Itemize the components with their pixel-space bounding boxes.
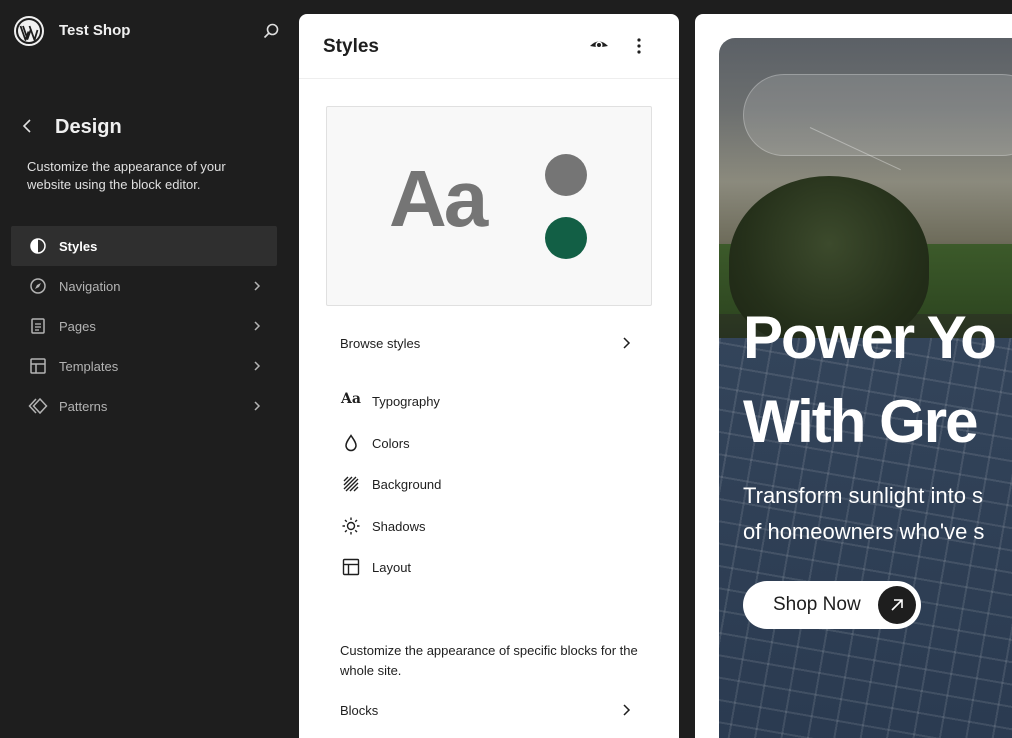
blocks-button[interactable]: Blocks [326,690,652,730]
site-topbar: Test Shop [0,0,299,60]
styles-item-background[interactable]: Background [326,463,652,505]
site-preview-canvas[interactable]: Power Yo With Gre Transform sunlight int… [695,14,1012,738]
styles-item-colors[interactable]: Colors [326,422,652,464]
hero-header-bar [743,74,1012,171]
sidebar-item-label: Patterns [59,399,108,414]
global-styles-list: Aa Typography Colors Background Shadows … [326,380,652,588]
arrow-up-right-icon [878,586,916,624]
sidebar-item-label: Styles [59,239,98,254]
sun-icon [341,516,361,536]
shop-now-label: Shop Now [773,594,861,615]
sidebar-item-templates[interactable]: Templates [11,346,277,386]
hero-subheading: Transform sunlight into s of homeowners … [743,483,985,544]
back-chevron-icon[interactable] [16,115,38,137]
symbol-icon [28,396,48,416]
shop-now-button[interactable]: Shop Now [743,581,921,629]
compass-icon [28,276,48,296]
half-circle-icon [28,236,48,256]
sidebar-item-navigation[interactable]: Navigation [11,266,277,306]
chevron-right-icon [249,278,265,294]
styles-item-label: Colors [372,435,410,451]
sidebar-item-label: Pages [59,319,96,334]
blocks-description: Customize the appearance of specific blo… [340,643,638,678]
styles-item-layout[interactable]: Layout [326,546,652,588]
styles-item-label: Typography [372,394,440,409]
chevron-right-icon [249,398,265,414]
design-nav: Styles Navigation Pages Templates Patter… [11,226,277,426]
styles-item-label: Layout [372,560,412,575]
browse-styles-button[interactable]: Browse styles [326,323,652,363]
page-title: Design [55,116,122,138]
preview-color-swatch-green [545,217,587,259]
layout-icon [28,356,48,376]
page-icon [28,316,48,336]
styles-panel: Styles Aa Browse styles Aa Typography Co… [299,14,679,738]
site-name[interactable]: Test Shop [59,22,130,39]
panel-header: Styles [299,14,679,79]
sidebar-item-label: Templates [59,359,119,374]
style-preview[interactable]: Aa [326,106,652,306]
sidebar-item-styles[interactable]: Styles [11,226,277,266]
panel-title: Styles [323,36,379,57]
eye-icon[interactable] [587,34,611,58]
hero-heading: Power Yo With Gre [743,304,997,455]
wordpress-logo-icon[interactable] [14,16,44,46]
preview-color-swatch-grey [545,154,587,196]
browse-styles-label: Browse styles [340,336,421,351]
sidebar-item-label: Navigation [59,279,121,294]
blocks-label: Blocks [340,703,379,718]
typography-icon: Aa [341,391,361,407]
chevron-right-icon [249,358,265,374]
styles-item-typography[interactable]: Aa Typography [326,380,652,422]
layout-icon [341,557,361,577]
design-description: Customize the appearance of your website… [27,159,226,192]
styles-item-label: Shadows [372,518,426,534]
chevron-right-icon [618,335,634,351]
design-sidebar: Test Shop Design Customize the appearanc… [0,0,299,738]
header-decoration-line [809,127,901,171]
sidebar-item-patterns[interactable]: Patterns [11,386,277,426]
styles-item-label: Background [372,477,442,492]
more-vertical-icon[interactable] [627,34,651,58]
background-icon [341,474,361,494]
hero-section: Power Yo With Gre Transform sunlight int… [719,38,1012,738]
styles-item-shadows[interactable]: Shadows [326,505,652,547]
droplet-icon [341,433,361,453]
chevron-right-icon [249,318,265,334]
search-icon[interactable] [260,20,282,42]
sidebar-item-pages[interactable]: Pages [11,306,277,346]
preview-typography-sample: Aa [389,154,488,243]
chevron-right-icon [618,702,634,718]
